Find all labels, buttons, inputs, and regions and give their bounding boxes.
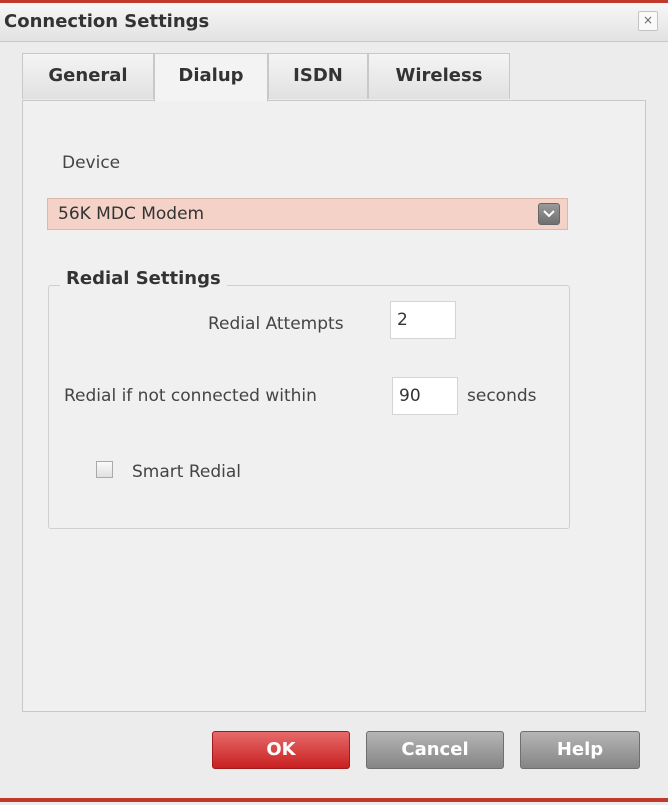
device-label: Device — [62, 153, 121, 173]
redial-within-input[interactable]: 90 — [392, 377, 458, 415]
redial-within-unit: seconds — [467, 386, 537, 406]
device-select[interactable]: 56K MDC Modem — [47, 198, 568, 230]
close-icon[interactable]: × — [638, 11, 658, 31]
device-selected-value: 56K MDC Modem — [58, 204, 205, 224]
tab-isdn[interactable]: ISDN — [268, 53, 368, 99]
redial-within-label: Redial if not connected within — [64, 386, 317, 406]
redial-settings-title: Redial Settings — [60, 268, 227, 289]
title-bar: Connection Settings × — [0, 3, 668, 42]
bottom-accent-bar — [0, 798, 668, 802]
cancel-button[interactable]: Cancel — [366, 731, 504, 769]
connection-settings-dialog: Connection Settings × General Dialup ISD… — [0, 0, 668, 805]
redial-attempts-label: Redial Attempts — [208, 314, 344, 334]
smart-redial-checkbox[interactable] — [96, 461, 113, 478]
smart-redial-label: Smart Redial — [132, 462, 241, 482]
help-button[interactable]: Help — [520, 731, 640, 769]
ok-button[interactable]: OK — [212, 731, 350, 769]
redial-attempts-input[interactable]: 2 — [390, 301, 456, 339]
tab-general[interactable]: General — [22, 53, 154, 99]
dialog-title: Connection Settings — [4, 11, 210, 32]
tab-wireless[interactable]: Wireless — [368, 53, 510, 99]
chevron-down-icon[interactable] — [538, 203, 560, 225]
tab-dialup[interactable]: Dialup — [154, 53, 268, 102]
